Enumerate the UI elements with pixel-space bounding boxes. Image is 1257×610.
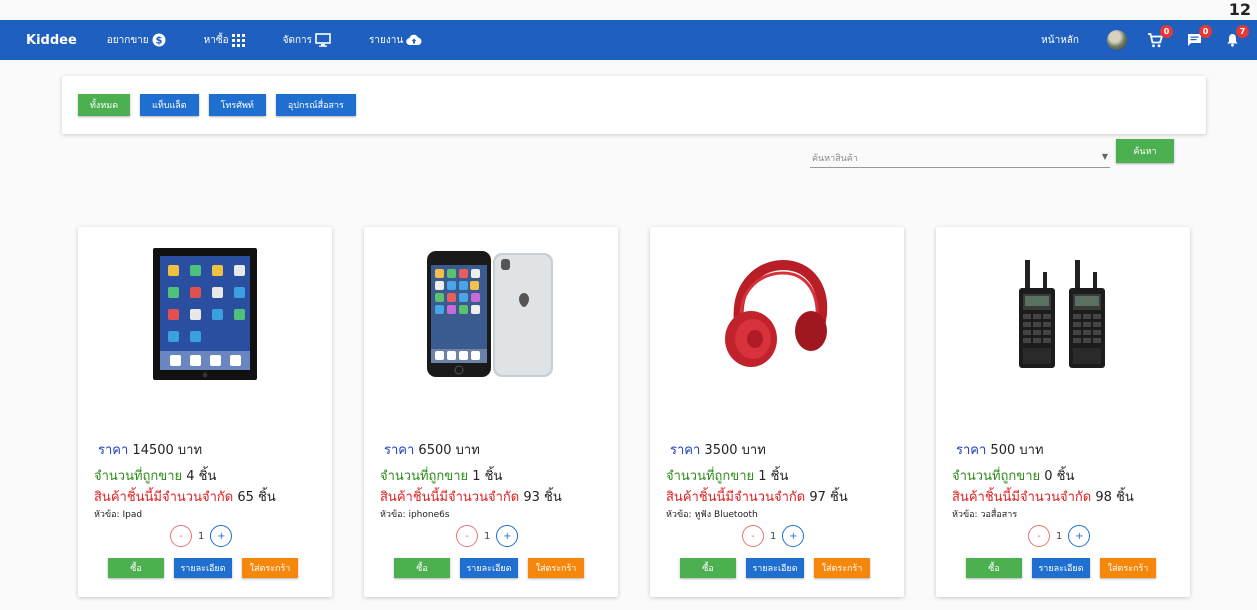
nav-item-label: อยากขาย [106,34,149,46]
phone-image-icon [427,251,553,377]
buy-button[interactable]: ซื้อ [108,558,164,578]
product-actions: ซื้อ รายละเอียด ใส่ตระกร้า [108,558,308,578]
product-price: ราคา 14500 บาท [98,443,203,458]
decrease-quantity-button[interactable]: - [1028,525,1050,547]
product-price: ราคา 3500 บาท [670,443,766,458]
product-sold-count: จำนวนที่ถูกขาย 0 ชิ้น [952,469,1075,484]
add-to-cart-button[interactable]: ใส่ตระกร้า [242,558,298,578]
product-price: ราคา 500 บาท [956,443,1044,458]
product-card: ราคา 14500 บาท จำนวนที่ถูกขาย 4 ชิ้น สิน… [78,227,332,597]
filter-accessory-button[interactable]: อุปกรณ์สื่อสาร [275,94,356,116]
dollar-circle-icon: $ [152,33,166,47]
quantity-stepper: - 1 + [1028,525,1091,547]
increase-quantity-button[interactable]: + [1068,525,1091,547]
quantity-value: 1 [484,530,491,542]
grid-icon [231,33,245,47]
decrease-quantity-button[interactable]: - [456,525,478,547]
nav-right-group: หน้าหลัก 0 0 7 [1041,24,1249,50]
cloud-upload-icon [406,34,422,46]
messages-nav-button[interactable]: 0 [1187,25,1212,47]
quantity-value: 1 [198,530,205,542]
product-title: หัวข้อ: หูฟัง Bluetooth [666,510,758,520]
nav-item-label: รายงาน [369,34,404,46]
product-title: หัวข้อ: วอสื่อสาร [952,510,1018,520]
product-image[interactable] [364,239,618,389]
buy-button[interactable]: ซื้อ [680,558,736,578]
nav-item-sell[interactable]: อยากขาย $ [107,33,166,48]
buy-button[interactable]: ซื้อ [394,558,450,578]
tablet-image-icon [153,248,257,380]
product-card: ราคา 3500 บาท จำนวนที่ถูกขาย 1 ชิ้น สินค… [650,227,904,597]
brand-logo[interactable]: Kiddee [26,33,77,48]
quantity-value: 1 [770,530,777,542]
product-actions: ซื้อ รายละเอียด ใส่ตระกร้า [966,558,1166,578]
headphones-image-icon [725,259,828,367]
product-card: ราคา 500 บาท จำนวนที่ถูกขาย 0 ชิ้น สินค้… [936,227,1190,597]
cart-nav-button[interactable]: 0 [1147,24,1173,48]
nav-item-buy[interactable]: หาซื้อ [204,33,245,48]
increase-quantity-button[interactable]: + [210,525,233,547]
nav-item-report[interactable]: รายงาน [369,33,422,48]
product-stock-limit: สินค้าชิ้นนี้มีจำนวนจำกัด 93 ชิ้น [380,490,562,505]
quantity-stepper: - 1 + [170,525,233,547]
detail-button[interactable]: รายละเอียด [746,558,804,578]
increase-quantity-button[interactable]: + [496,525,519,547]
add-to-cart-button[interactable]: ใส่ตระกร้า [528,558,584,578]
product-card: ราคา 6500 บาท จำนวนที่ถูกขาย 1 ชิ้น สินค… [364,227,618,597]
monitor-icon [315,33,331,47]
cart-badge: 0 [1160,24,1173,38]
avatar[interactable] [1107,30,1127,50]
product-image[interactable] [650,239,904,389]
product-actions: ซื้อ รายละเอียด ใส่ตระกร้า [394,558,594,578]
product-title: หัวข้อ: Ipad [94,510,143,520]
product-title: หัวข้อ: iphone6s [380,510,450,520]
search-button[interactable]: ค้นหา [1116,139,1174,163]
decrease-quantity-button[interactable]: - [742,525,764,547]
quantity-value: 1 [1056,530,1063,542]
notification-badge: 7 [1236,25,1249,38]
product-actions: ซื้อ รายละเอียด ใส่ตระกร้า [680,558,880,578]
nav-home-link[interactable]: หน้าหลัก [1041,33,1079,48]
detail-button[interactable]: รายละเอียด [460,558,518,578]
top-navbar: Kiddee อยากขาย $ หาซื้อ จัดการ รายงาน หน… [0,20,1257,60]
product-image[interactable] [936,239,1190,389]
search-input[interactable] [810,149,1095,169]
message-badge: 0 [1199,25,1212,38]
filter-tablet-button[interactable]: แท็บแล็ต [140,94,199,116]
add-to-cart-button[interactable]: ใส่ตระกร้า [1100,558,1156,578]
increase-quantity-button[interactable]: + [782,525,805,547]
product-sold-count: จำนวนที่ถูกขาย 4 ชิ้น [94,469,217,484]
category-filter-card: ทั้งหมด แท็บแล็ต โทรศัพท์ อุปกรณ์สื่อสาร [62,76,1206,134]
product-price: ราคา 6500 บาท [384,443,480,458]
svg-text:$: $ [155,36,162,47]
search-field: ▼ [810,146,1110,169]
filter-phone-button[interactable]: โทรศัพท์ [208,94,266,116]
product-stock-limit: สินค้าชิ้นนี้มีจำนวนจำกัด 97 ชิ้น [666,490,848,505]
filter-all-button[interactable]: ทั้งหมด [78,94,131,116]
quantity-stepper: - 1 + [456,525,519,547]
decrease-quantity-button[interactable]: - [170,525,192,547]
product-image[interactable] [78,239,332,389]
corner-number: 12 [1228,0,1251,19]
product-stock-limit: สินค้าชิ้นนี้มีจำนวนจำกัด 98 ชิ้น [952,490,1134,505]
add-to-cart-button[interactable]: ใส่ตระกร้า [814,558,870,578]
quantity-stepper: - 1 + [742,525,805,547]
dropdown-caret-icon[interactable]: ▼ [1102,152,1108,161]
detail-button[interactable]: รายละเอียด [1032,558,1090,578]
product-sold-count: จำนวนที่ถูกขาย 1 ชิ้น [666,469,789,484]
nav-item-label: หาซื้อ [203,34,229,46]
product-sold-count: จำนวนที่ถูกขาย 1 ชิ้น [380,469,503,484]
notifications-nav-button[interactable]: 7 [1226,25,1249,47]
walkie-talkie-image-icon [1019,260,1105,368]
nav-item-manage[interactable]: จัดการ [283,33,331,48]
nav-item-label: จัดการ [282,34,313,46]
product-stock-limit: สินค้าชิ้นนี้มีจำนวนจำกัด 65 ชิ้น [94,490,276,505]
buy-button[interactable]: ซื้อ [966,558,1022,578]
detail-button[interactable]: รายละเอียด [174,558,232,578]
